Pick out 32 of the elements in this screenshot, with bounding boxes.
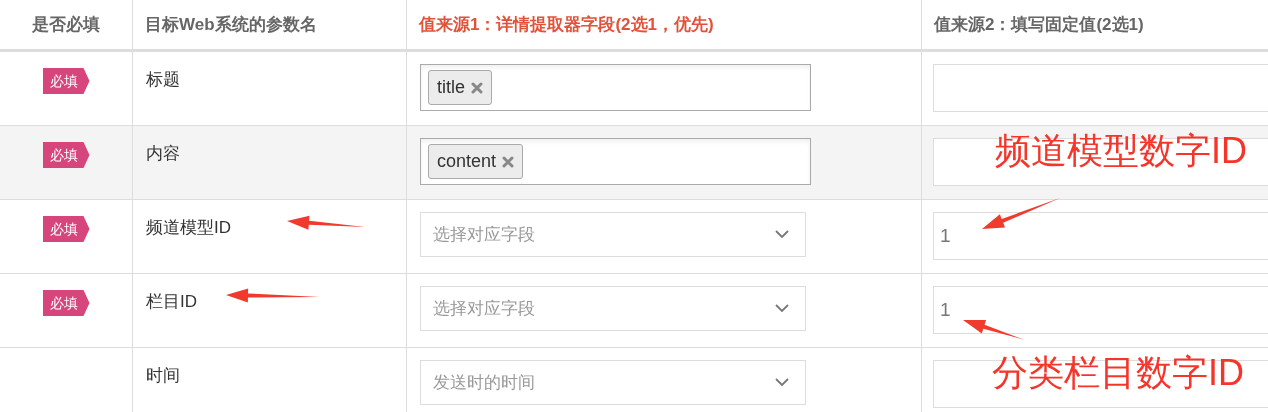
column-header: 值来源1：详情提取器字段(2选1，优先) — [419, 13, 714, 36]
param-name: 内容 — [146, 144, 180, 163]
tag-field[interactable]: title — [420, 64, 811, 111]
tag-label: title — [437, 76, 465, 99]
annotation-text: 分类栏目数字ID — [992, 355, 1244, 391]
annotation-text: 频道模型数字ID — [995, 133, 1247, 169]
column-header: 目标Web系统的参数名 — [145, 13, 317, 36]
tag-field[interactable]: content — [420, 138, 811, 185]
chevron-down-icon — [775, 378, 789, 387]
column-header: 是否必填 — [32, 13, 100, 36]
fixed-value-input[interactable]: 1 — [933, 212, 1268, 260]
required-badge: 必填 — [42, 142, 90, 168]
param-name: 标题 — [146, 70, 180, 89]
remove-icon[interactable] — [502, 155, 515, 168]
select-field[interactable]: 选择对应字段 — [420, 212, 806, 257]
select-field[interactable]: 发送时的时间 — [420, 360, 806, 405]
param-name: 时间 — [146, 366, 180, 385]
remove-icon[interactable] — [471, 81, 483, 94]
tag-chip[interactable]: title — [428, 70, 492, 105]
required-badge: 必填 — [42, 216, 90, 242]
fixed-value-input[interactable] — [933, 64, 1268, 112]
chevron-down-icon — [775, 304, 789, 313]
column-header: 值来源2：填写固定值(2选1) — [934, 13, 1144, 36]
select-field[interactable]: 选择对应字段 — [420, 286, 806, 331]
tag-label: content — [437, 150, 497, 173]
required-badge: 必填 — [42, 68, 90, 94]
param-name: 频道模型ID — [146, 218, 231, 237]
tag-chip[interactable]: content — [428, 144, 524, 179]
fixed-value-input[interactable]: 1 — [933, 286, 1268, 334]
param-name: 栏目ID — [146, 292, 197, 311]
chevron-down-icon — [775, 230, 789, 239]
required-badge: 必填 — [42, 290, 90, 316]
